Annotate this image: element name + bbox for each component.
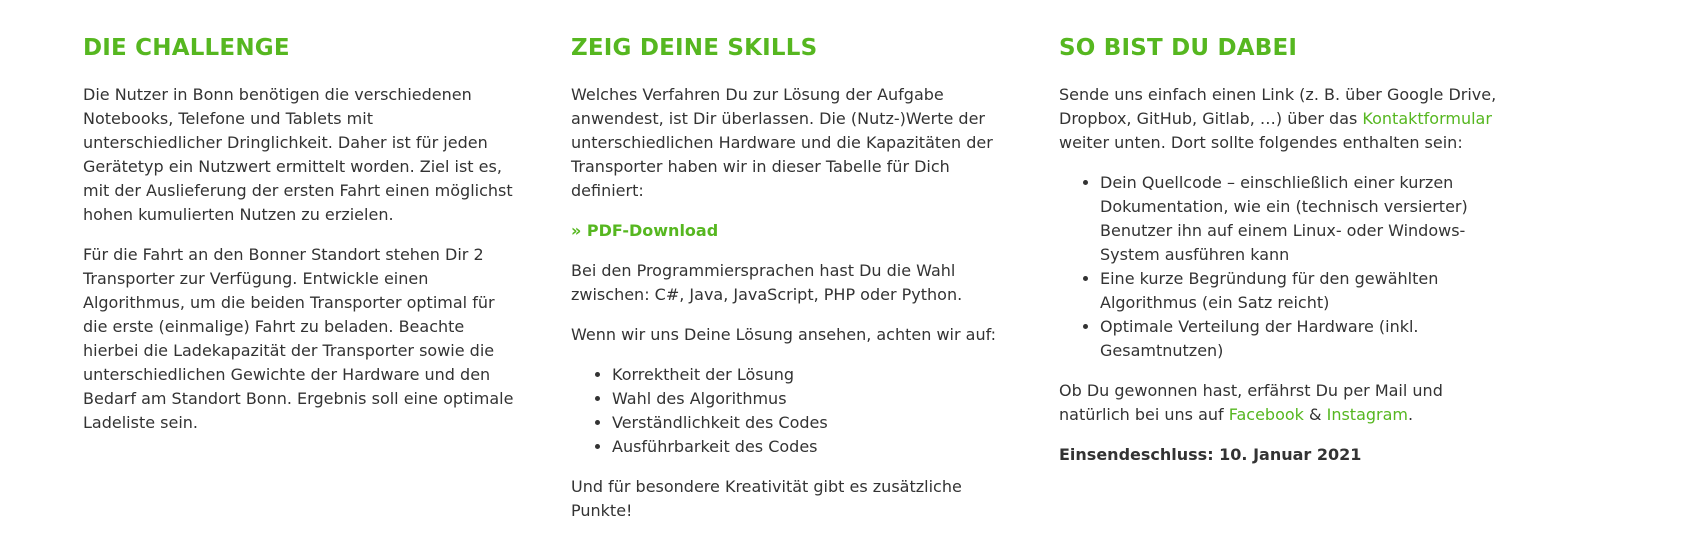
dabei-intro-text-after: weiter unten. Dort sollte folgendes enth… — [1059, 133, 1463, 152]
challenge-paragraph-2: Für die Fahrt an den Bonner Standort ste… — [83, 245, 514, 432]
criteria-list: Korrektheit der Lösung Wahl des Algorith… — [571, 363, 1011, 459]
skills-title: ZEIG DEINE SKILLS — [571, 35, 818, 61]
list-item: Dein Quellcode – einschließlich einer ku… — [1100, 171, 1499, 267]
pdf-download-link[interactable]: » PDF-Download — [571, 219, 718, 243]
deadline-text: Einsendeschluss: 10. Januar 2021 — [1059, 445, 1362, 464]
skills-intro: Welches Verfahren Du zur Lösung der Aufg… — [571, 85, 993, 200]
list-item: Wahl des Algorithmus — [612, 387, 1011, 411]
skills-criteria-intro: Wenn wir uns Deine Lösung ansehen, achte… — [571, 325, 997, 344]
contact-form-link[interactable]: Kontaktformular — [1362, 109, 1492, 128]
dabei-outro: Ob Du gewonnen hast, erfährst Du per Mai… — [1059, 379, 1499, 427]
challenge-title: DIE CHALLENGE — [83, 35, 290, 61]
dabei-intro: Sende uns einfach einen Link (z. B. über… — [1059, 83, 1499, 155]
dabei-section: SO BIST DU DABEI Sende uns einfach einen… — [1059, 34, 1499, 467]
list-item: Ausführbarkeit des Codes — [612, 435, 1011, 459]
challenge-paragraph-1: Die Nutzer in Bonn benötigen die verschi… — [83, 85, 513, 224]
facebook-link[interactable]: Facebook — [1229, 405, 1304, 424]
requirements-list: Dein Quellcode – einschließlich einer ku… — [1059, 171, 1499, 363]
dabei-title: SO BIST DU DABEI — [1059, 35, 1298, 61]
challenge-section: DIE CHALLENGE Die Nutzer in Bonn benötig… — [83, 34, 515, 451]
skills-languages: Bei den Programmiersprachen hast Du die … — [571, 261, 963, 304]
dabei-outro-separator: & — [1303, 405, 1327, 424]
list-item: Korrektheit der Lösung — [612, 363, 1011, 387]
skills-bonus: Und für besondere Kreativität gibt es zu… — [571, 477, 962, 520]
skills-section: ZEIG DEINE SKILLS Welches Verfahren Du z… — [571, 34, 1011, 539]
list-item: Optimale Verteilung der Hardware (inkl. … — [1100, 315, 1499, 363]
page-content: DIE CHALLENGE Die Nutzer in Bonn benötig… — [0, 0, 1705, 520]
dabei-outro-end: . — [1408, 405, 1414, 424]
list-item: Verständlichkeit des Codes — [612, 411, 1011, 435]
instagram-link[interactable]: Instagram — [1327, 405, 1408, 424]
list-item: Eine kurze Begründung für den gewählten … — [1100, 267, 1499, 315]
